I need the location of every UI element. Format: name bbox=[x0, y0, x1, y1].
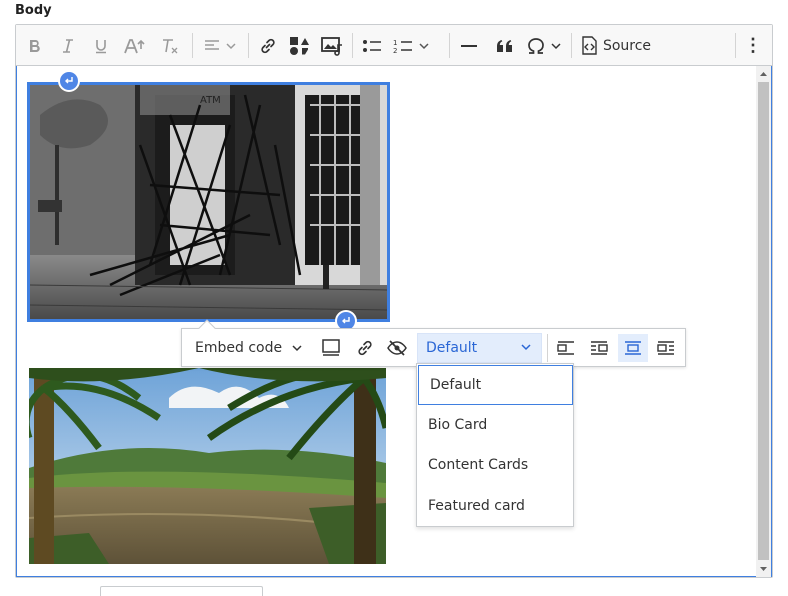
below-editor-field[interactable] bbox=[100, 586, 263, 596]
media-library-icon bbox=[321, 36, 342, 56]
field-label: Body bbox=[15, 3, 52, 18]
style-option-default[interactable]: Default bbox=[418, 365, 573, 405]
chevron-down-icon bbox=[551, 42, 561, 49]
blockquote-button[interactable] bbox=[491, 31, 519, 60]
svg-text:ATM: ATM bbox=[200, 95, 221, 106]
chevron-down-icon bbox=[521, 344, 531, 351]
image-style-dropdown[interactable]: Default bbox=[417, 333, 542, 363]
horizontal-line-button[interactable] bbox=[455, 31, 483, 60]
link-icon bbox=[358, 340, 372, 356]
caption-icon bbox=[322, 339, 340, 356]
font-size-icon bbox=[124, 38, 145, 53]
chevron-down-icon bbox=[226, 42, 236, 49]
bold-icon bbox=[30, 39, 40, 52]
toolbar-separator bbox=[547, 334, 548, 362]
vertical-scrollbar[interactable] bbox=[756, 66, 771, 577]
chevron-down-icon bbox=[419, 42, 429, 49]
image-link-button[interactable] bbox=[351, 334, 379, 362]
omega-icon bbox=[528, 37, 544, 54]
align-dropdown[interactable] bbox=[199, 31, 241, 60]
style-option-bio-card[interactable]: Bio Card bbox=[417, 405, 573, 445]
svg-text:2: 2 bbox=[393, 47, 397, 54]
toolbar-separator bbox=[248, 33, 249, 58]
image-align-left-icon bbox=[557, 341, 574, 355]
special-characters-dropdown[interactable] bbox=[523, 31, 565, 60]
bulleted-list-button[interactable] bbox=[358, 31, 386, 60]
italic-button[interactable] bbox=[54, 31, 82, 60]
embed-code-label: Embed code bbox=[195, 340, 283, 356]
toolbar-separator bbox=[449, 33, 450, 58]
toolbar-separator bbox=[571, 33, 572, 58]
insert-paragraph-before-button[interactable] bbox=[60, 72, 78, 90]
image-break-text-icon bbox=[625, 341, 641, 355]
editor-toolbar: 12 Source ⋮ bbox=[16, 25, 772, 66]
embed-code-dropdown[interactable] bbox=[286, 334, 308, 362]
numbered-list-icon: 12 bbox=[393, 39, 412, 54]
source-label: Source bbox=[602, 37, 652, 54]
bulleted-list-icon bbox=[363, 39, 381, 52]
return-arrow-icon bbox=[65, 77, 73, 84]
image-contextual-toolbar: Embed code Default bbox=[181, 319, 686, 367]
toolbar-separator bbox=[192, 33, 193, 58]
break-text-button[interactable] bbox=[618, 334, 648, 362]
bold-button[interactable] bbox=[21, 31, 49, 60]
link-icon bbox=[261, 38, 275, 53]
media-library-button[interactable] bbox=[318, 31, 346, 60]
scroll-down-arrow-icon[interactable] bbox=[759, 565, 768, 573]
image-wrap-left-icon bbox=[657, 341, 674, 355]
rich-text-editor: 12 Source ⋮ ATM bbox=[15, 24, 773, 578]
underline-button[interactable] bbox=[87, 31, 115, 60]
font-size-button[interactable] bbox=[120, 31, 150, 60]
source-button[interactable]: Source bbox=[576, 31, 654, 60]
align-left-button[interactable] bbox=[552, 334, 580, 362]
image-wrap-right-icon bbox=[591, 341, 608, 355]
italic-icon bbox=[63, 38, 73, 53]
storefront-image[interactable]: ATM bbox=[27, 82, 390, 322]
source-icon bbox=[582, 35, 597, 55]
link-button[interactable] bbox=[254, 31, 282, 60]
image-style-menu: Default Bio Card Content Cards Featured … bbox=[416, 363, 574, 527]
wrap-right-button[interactable] bbox=[585, 334, 613, 362]
horizontal-line-icon bbox=[461, 44, 477, 47]
align-left-icon bbox=[205, 39, 219, 50]
river-palms-photo bbox=[29, 368, 386, 564]
toolbar-separator bbox=[735, 33, 736, 58]
image-style-selected: Default bbox=[426, 340, 478, 356]
river-image[interactable] bbox=[29, 368, 386, 564]
more-vertical-icon: ⋮ bbox=[744, 35, 762, 55]
remove-format-icon bbox=[163, 38, 178, 53]
media-icon bbox=[290, 36, 309, 55]
toggle-caption-button[interactable] bbox=[317, 334, 345, 362]
insert-media-button[interactable] bbox=[285, 31, 315, 60]
scrollbar-thumb[interactable] bbox=[758, 82, 769, 560]
style-option-featured-card[interactable]: Featured card bbox=[417, 486, 573, 526]
remove-format-button[interactable] bbox=[155, 31, 185, 60]
quote-icon bbox=[497, 39, 512, 52]
underline-icon bbox=[96, 39, 106, 53]
eye-off-icon bbox=[387, 340, 407, 356]
wrap-left-button[interactable] bbox=[652, 334, 680, 362]
chevron-down-icon bbox=[292, 345, 302, 352]
toolbar-separator bbox=[352, 33, 353, 58]
editor-content[interactable]: ATM bbox=[16, 66, 772, 577]
storefront-photo: ATM bbox=[30, 85, 387, 319]
numbered-list-dropdown[interactable]: 12 bbox=[390, 31, 432, 60]
more-options-button[interactable]: ⋮ bbox=[741, 31, 765, 60]
svg-text:1: 1 bbox=[393, 39, 397, 47]
scroll-up-arrow-icon[interactable] bbox=[759, 70, 768, 78]
return-arrow-icon bbox=[342, 317, 350, 324]
toggle-visibility-button[interactable] bbox=[383, 334, 411, 362]
style-option-content-cards[interactable]: Content Cards bbox=[417, 445, 573, 485]
